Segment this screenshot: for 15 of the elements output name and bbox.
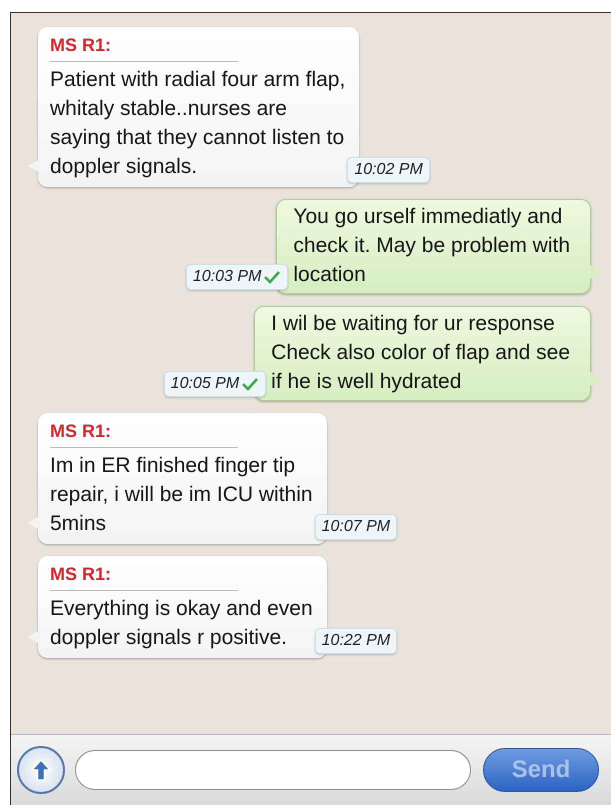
message-text: Everything is okay and even doppler signals r positive. (50, 596, 313, 651)
time-text: 10:05 PM (170, 375, 240, 393)
sender-name: MS R1: (50, 417, 238, 448)
message-text: Patient with radial four arm flap, whitaly stable..nurses are saying that they cannot listen to doppler signals. (50, 67, 346, 180)
sender-name: MS R1: (50, 31, 238, 62)
time-text: 10:03 PM (192, 268, 262, 286)
message-text: You go urself immediatly and check it. May be problem with location (293, 204, 570, 288)
time-text: 10:02 PM (354, 161, 423, 179)
attach-button[interactable] (17, 746, 65, 794)
message-input[interactable] (75, 750, 471, 790)
message-text: Im in ER finished finger tip repair, i will be im ICU within 5mins (50, 453, 313, 537)
sender-name: MS R1: (50, 560, 238, 591)
message-text: I wil be waiting for ur response Check also color of flap and see if he is well hydrated (271, 311, 570, 395)
time-text: 10:22 PM (322, 632, 390, 650)
time-text: 10:07 PM (322, 518, 390, 536)
